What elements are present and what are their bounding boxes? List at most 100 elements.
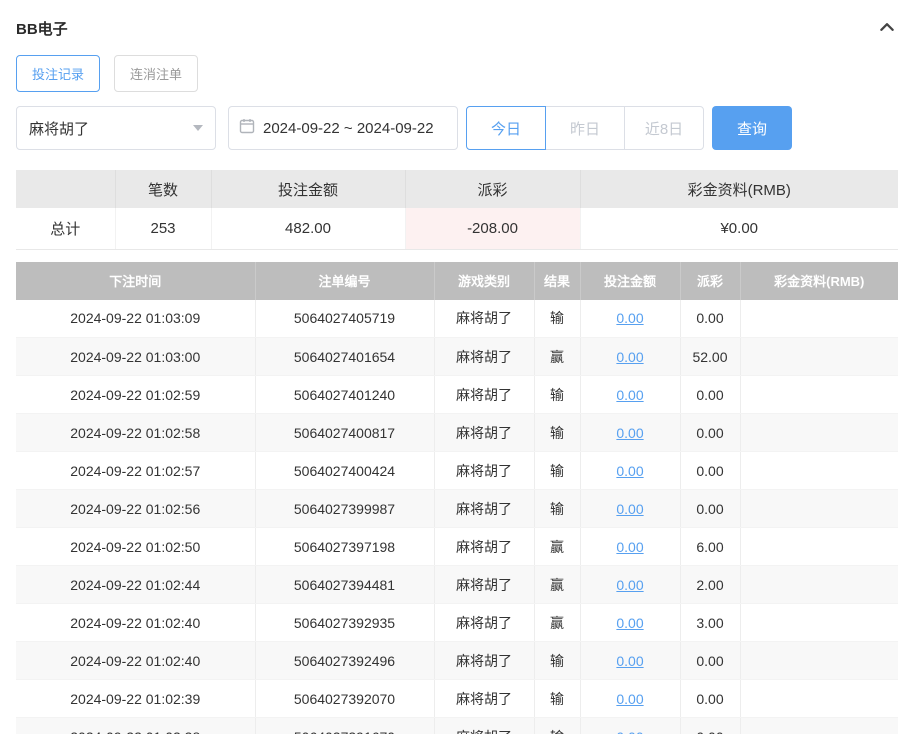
cell-result: 输 [534,452,580,490]
cell-payout: 0.00 [680,414,740,452]
summary-total-count: 253 [115,208,211,249]
cell-result: 输 [534,490,580,528]
cell-game-type: 麻将胡了 [434,604,534,642]
summary-total-row: 总计 253 482.00 -208.00 ¥0.00 [16,208,898,249]
cell-order-id: 5064027392935 [255,604,434,642]
quick-date-last8days-button[interactable]: 近8日 [624,106,704,150]
summary-table: 笔数 投注金额 派彩 彩金资料(RMB) 总计 253 482.00 -208.… [16,170,898,250]
cell-bonus [740,604,898,642]
date-range-value: 2024-09-22 ~ 2024-09-22 [263,120,434,137]
bet-amount-link[interactable]: 0.00 [616,463,643,479]
record-tabs: 投注记录 连消注单 [16,55,898,92]
bet-amount-link[interactable]: 0.00 [616,729,643,734]
cell-game-type: 麻将胡了 [434,718,534,734]
bet-amount-link[interactable]: 0.00 [616,310,643,326]
cell-result: 输 [534,718,580,734]
summary-total-bonus: ¥0.00 [580,208,898,249]
cell-bonus [740,642,898,680]
summary-header-payout: 派彩 [405,170,580,208]
summary-header-empty [16,170,115,208]
bet-amount-link[interactable]: 0.00 [616,615,643,631]
game-select-value: 麻将胡了 [29,118,89,139]
cell-order-id: 5064027392496 [255,642,434,680]
bet-table-body: 2024-09-22 01:03:09 5064027405719 麻将胡了 输… [16,300,898,734]
chevron-down-icon [193,125,203,131]
bet-records-panel: BB电子 投注记录 连消注单 麻将胡了 2024-09-22 ~ 2024-09… [0,0,914,734]
table-row: 2024-09-22 01:02:44 5064027394481 麻将胡了 赢… [16,566,898,604]
cell-bet-time: 2024-09-22 01:02:59 [16,376,255,414]
cell-game-type: 麻将胡了 [434,642,534,680]
cell-bet-time: 2024-09-22 01:03:09 [16,300,255,338]
cell-game-type: 麻将胡了 [434,566,534,604]
cell-payout: 3.00 [680,604,740,642]
bet-amount-link[interactable]: 0.00 [616,349,643,365]
cell-payout: 0.00 [680,680,740,718]
summary-total-label: 总计 [16,208,115,249]
table-row: 2024-09-22 01:03:09 5064027405719 麻将胡了 输… [16,300,898,338]
cell-game-type: 麻将胡了 [434,528,534,566]
cell-bet-time: 2024-09-22 01:02:58 [16,414,255,452]
bet-amount-link[interactable]: 0.00 [616,691,643,707]
cell-bonus [740,338,898,376]
summary-header-count: 笔数 [115,170,211,208]
cell-result: 输 [534,414,580,452]
collapse-panel-button[interactable] [876,17,898,39]
cell-bet-time: 2024-09-22 01:02:39 [16,680,255,718]
cell-order-id: 5064027400817 [255,414,434,452]
summary-header-row: 笔数 投注金额 派彩 彩金资料(RMB) [16,170,898,208]
cell-bet-amount: 0.00 [580,490,680,528]
cell-order-id: 5064027392070 [255,680,434,718]
search-button[interactable]: 查询 [712,106,792,150]
cell-bonus [740,414,898,452]
cell-bet-amount: 0.00 [580,414,680,452]
cell-bet-time: 2024-09-22 01:02:44 [16,566,255,604]
page-title: BB电子 [16,18,68,39]
cell-payout: 0.00 [680,376,740,414]
summary-total-payout: -208.00 [405,208,580,249]
cell-game-type: 麻将胡了 [434,680,534,718]
cell-order-id: 5064027399987 [255,490,434,528]
date-range-input[interactable]: 2024-09-22 ~ 2024-09-22 [228,106,458,150]
table-row: 2024-09-22 01:03:00 5064027401654 麻将胡了 赢… [16,338,898,376]
bet-records-table: 下注时间 注单编号 游戏类别 结果 投注金额 派彩 彩金资料(RMB) 2024… [16,262,898,734]
bet-amount-link[interactable]: 0.00 [616,653,643,669]
bet-amount-link[interactable]: 0.00 [616,387,643,403]
summary-total-bet-amount: 482.00 [211,208,405,249]
table-row: 2024-09-22 01:02:40 5064027392935 麻将胡了 赢… [16,604,898,642]
cell-bet-time: 2024-09-22 01:02:38 [16,718,255,734]
quick-date-group: 今日 昨日 近8日 [466,106,704,150]
cell-bet-time: 2024-09-22 01:03:00 [16,338,255,376]
table-row: 2024-09-22 01:02:59 5064027401240 麻将胡了 输… [16,376,898,414]
cell-order-id: 5064027397198 [255,528,434,566]
table-row: 2024-09-22 01:02:56 5064027399987 麻将胡了 输… [16,490,898,528]
cell-bet-amount: 0.00 [580,300,680,338]
table-row: 2024-09-22 01:02:57 5064027400424 麻将胡了 输… [16,452,898,490]
cell-bet-time: 2024-09-22 01:02:56 [16,490,255,528]
cell-result: 输 [534,300,580,338]
header-payout: 派彩 [680,262,740,300]
bet-amount-link[interactable]: 0.00 [616,425,643,441]
quick-date-yesterday-button[interactable]: 昨日 [545,106,625,150]
summary-header-bonus: 彩金资料(RMB) [580,170,898,208]
cell-payout: 0.00 [680,452,740,490]
cell-bet-time: 2024-09-22 01:02:40 [16,604,255,642]
bet-amount-link[interactable]: 0.00 [616,501,643,517]
tab-cancelled-orders[interactable]: 连消注单 [114,55,198,92]
cell-bet-amount: 0.00 [580,376,680,414]
tab-bet-records[interactable]: 投注记录 [16,55,100,92]
game-select[interactable]: 麻将胡了 [16,106,216,150]
bet-amount-link[interactable]: 0.00 [616,577,643,593]
quick-date-today-button[interactable]: 今日 [466,106,546,150]
cell-payout: 0.00 [680,642,740,680]
table-row: 2024-09-22 01:02:39 5064027392070 麻将胡了 输… [16,680,898,718]
bet-amount-link[interactable]: 0.00 [616,539,643,555]
cell-bet-time: 2024-09-22 01:02:50 [16,528,255,566]
cell-game-type: 麻将胡了 [434,414,534,452]
header-game-type: 游戏类别 [434,262,534,300]
cell-bonus [740,528,898,566]
cell-bonus [740,376,898,414]
table-row: 2024-09-22 01:02:50 5064027397198 麻将胡了 赢… [16,528,898,566]
cell-bet-amount: 0.00 [580,452,680,490]
cell-bonus [740,680,898,718]
cell-result: 输 [534,376,580,414]
